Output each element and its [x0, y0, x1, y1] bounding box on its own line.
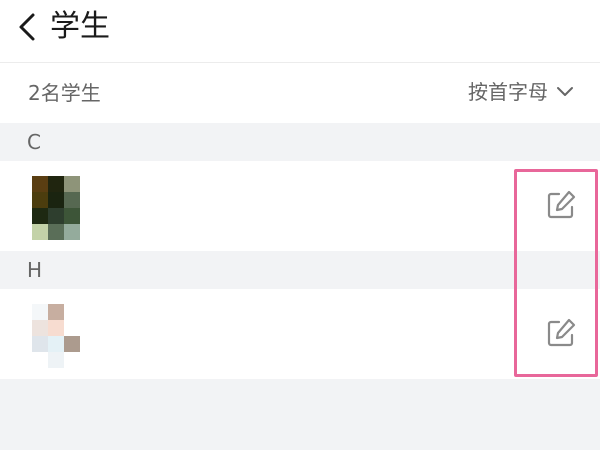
section-letter: H: [27, 258, 43, 282]
student-row[interactable]: [0, 289, 600, 379]
edit-button[interactable]: [544, 316, 578, 350]
section-letter: C: [27, 130, 41, 154]
edit-button[interactable]: [544, 188, 578, 222]
student-count: 2名学生: [28, 81, 101, 105]
section-header-h: H: [0, 251, 600, 289]
chevron-left-icon: [19, 13, 35, 41]
chevron-down-icon: [557, 87, 573, 96]
sort-dropdown[interactable]: 按首字母: [468, 79, 574, 105]
avatar: [32, 176, 80, 240]
sort-label: 按首字母: [468, 80, 548, 104]
top-bar: 学生: [0, 0, 600, 63]
edit-icon: [547, 318, 576, 347]
student-row[interactable]: [0, 161, 600, 251]
back-button[interactable]: [10, 10, 44, 44]
page-title: 学生: [50, 9, 110, 44]
avatar: [32, 304, 80, 368]
section-header-c: C: [0, 123, 600, 161]
edit-icon: [547, 190, 576, 219]
summary-bar: 2名学生 按首字母: [0, 63, 600, 123]
